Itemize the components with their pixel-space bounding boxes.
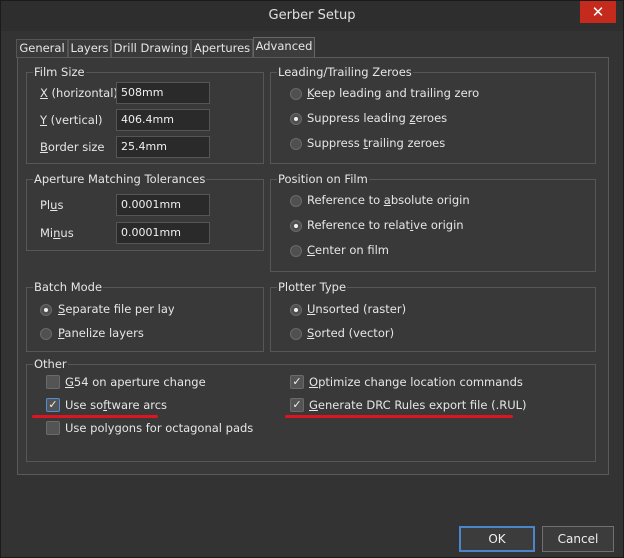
g54-checkbox[interactable] [46, 375, 60, 389]
close-button[interactable]: ✕ [580, 1, 616, 23]
keep-zeroes-label[interactable]: Keep leading and trailing zero [307, 86, 479, 100]
gerber-setup-dialog: Gerber Setup ✕ General Layers Drill Draw… [0, 0, 624, 558]
tab-layers[interactable]: Layers [68, 39, 111, 58]
plotter-type-title: Plotter Type [277, 280, 348, 294]
other-title: Other [33, 357, 68, 371]
x-horizontal-field[interactable]: 508mm [116, 82, 210, 104]
y-vertical-label: Y (vertical) [40, 113, 103, 127]
aperture-matching-group: Aperture Matching Tolerances Plus 0.0001… [26, 172, 264, 251]
advanced-panel: Film Size X (horizontal) 508mm Y (vertic… [17, 57, 609, 475]
batch-mode-group: Batch Mode Separate file per layer Panel… [26, 280, 264, 352]
batch-mode-title: Batch Mode [33, 280, 104, 294]
center-on-film-radio[interactable] [290, 245, 302, 257]
center-on-film-label[interactable]: Center on film [307, 243, 389, 257]
minus-label: Minus [40, 226, 74, 240]
unsorted-label[interactable]: Unsorted (raster) [307, 302, 406, 316]
y-vertical-field[interactable]: 406.4mm [116, 109, 210, 131]
cancel-button[interactable]: Cancel [542, 526, 614, 552]
separate-file-radio[interactable] [40, 304, 52, 316]
position-on-film-title: Position on Film [277, 172, 369, 186]
sorted-radio[interactable] [290, 328, 302, 340]
panelize-layers-label[interactable]: Panelize layers [58, 326, 144, 340]
x-horizontal-label: X (horizontal) [40, 86, 118, 100]
window-title: Gerber Setup [268, 8, 356, 23]
g54-label[interactable]: G54 on aperture change [65, 375, 206, 389]
keep-zeroes-radio[interactable] [290, 88, 302, 100]
octagonal-pads-checkbox[interactable] [46, 421, 60, 435]
absolute-origin-radio[interactable] [290, 195, 302, 207]
title-bar: Gerber Setup ✕ [1, 1, 623, 31]
tab-drill-drawing[interactable]: Drill Drawing [111, 39, 191, 58]
plus-field[interactable]: 0.0001mm [116, 194, 210, 216]
border-size-field[interactable]: 25.4mm [116, 136, 210, 158]
tab-apertures[interactable]: Apertures [191, 39, 253, 58]
minus-field[interactable]: 0.0001mm [116, 222, 210, 244]
film-size-title: Film Size [33, 65, 86, 79]
drc-export-annotation-underline [285, 415, 513, 418]
optimize-commands-checkbox[interactable]: ✓ [290, 375, 304, 389]
separate-file-label[interactable]: Separate file per layer [58, 302, 174, 316]
software-arcs-annotation-underline [32, 415, 158, 418]
zeroes-group: Leading/Trailing Zeroes Keep leading and… [270, 65, 596, 164]
plus-label: Plus [40, 198, 64, 212]
panelize-layers-radio[interactable] [40, 328, 52, 340]
suppress-leading-radio[interactable] [290, 113, 302, 125]
optimize-commands-label[interactable]: Optimize change location commands [309, 375, 523, 389]
relative-origin-radio[interactable] [290, 220, 302, 232]
position-on-film-group: Position on Film Reference to absolute o… [270, 172, 596, 272]
plotter-type-group: Plotter Type Unsorted (raster) Sorted (v… [270, 280, 596, 352]
suppress-trailing-radio[interactable] [290, 138, 302, 150]
aperture-matching-title: Aperture Matching Tolerances [33, 172, 207, 186]
suppress-leading-label[interactable]: Suppress leading zeroes [307, 111, 447, 125]
tab-advanced[interactable]: Advanced [253, 37, 315, 58]
drc-rules-export-checkbox[interactable]: ✓ [290, 398, 304, 412]
suppress-trailing-label[interactable]: Suppress trailing zeroes [307, 136, 445, 150]
sorted-label[interactable]: Sorted (vector) [307, 326, 394, 340]
film-size-group: Film Size X (horizontal) 508mm Y (vertic… [26, 65, 264, 164]
drc-rules-export-label[interactable]: Generate DRC Rules export file (.RUL) [309, 398, 527, 412]
relative-origin-label[interactable]: Reference to relative origin [307, 218, 464, 232]
ok-button[interactable]: OK [459, 526, 535, 552]
absolute-origin-label[interactable]: Reference to absolute origin [307, 193, 470, 207]
software-arcs-label[interactable]: Use software arcs [65, 398, 167, 412]
border-size-label: Border size [40, 140, 105, 154]
software-arcs-checkbox[interactable]: ✓ [46, 398, 60, 412]
zeroes-title: Leading/Trailing Zeroes [277, 65, 413, 79]
octagonal-pads-label[interactable]: Use polygons for octagonal pads [65, 421, 253, 435]
tab-general[interactable]: General [16, 39, 68, 58]
unsorted-radio[interactable] [290, 304, 302, 316]
other-group: Other G54 on aperture change ✓ Use softw… [26, 357, 596, 462]
